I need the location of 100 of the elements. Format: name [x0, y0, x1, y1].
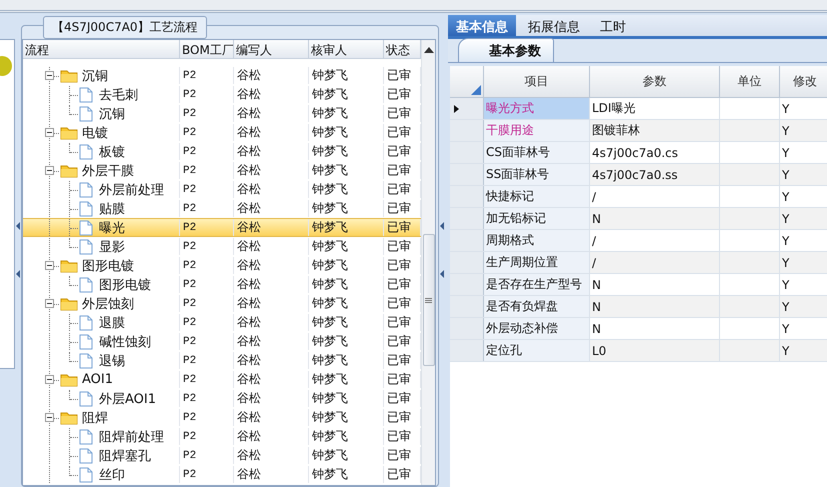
table-cell-text: 已审: [386, 371, 411, 388]
scroll-thumb[interactable]: [422, 234, 434, 366]
table-cell-text: 钟梦飞: [311, 105, 348, 122]
tree-node-label: 外层干膜: [82, 162, 134, 179]
table-cell-text: 已审: [386, 124, 411, 141]
tree-row[interactable]: 外层蚀刻 P2 谷松 钟梦飞 已审: [23, 294, 421, 313]
tree-row[interactable]: 沉铜 P2 谷松 钟梦飞 已审: [23, 104, 421, 123]
table-cell-text: 谷松: [236, 390, 261, 407]
collapse-arrow-icon[interactable]: [440, 222, 444, 230]
table-cell-text: 谷松: [236, 238, 261, 255]
table-cell-text: 谷松: [236, 276, 261, 293]
parameter-row[interactable]: SS面菲林号 4s7j00c7a0.ss Y: [450, 164, 827, 186]
table-cell-text: 已审: [386, 276, 411, 293]
table-cell-text: 钟梦飞: [311, 409, 348, 426]
tab[interactable]: 拓展信息: [520, 15, 588, 36]
document-icon: [79, 391, 93, 407]
folder-icon: [60, 296, 78, 311]
tree-row[interactable]: 板镀 P2 谷松 钟梦飞 已审: [23, 142, 421, 161]
parameter-row[interactable]: 是否存在生产型号 N Y: [450, 274, 827, 296]
tree-node-label: AOI1: [82, 372, 114, 387]
table-cell-text: 已审: [386, 314, 411, 331]
table-cell-text: 谷松: [236, 447, 261, 464]
vertical-scrollbar[interactable]: [421, 40, 435, 485]
table-cell: Y: [780, 164, 827, 185]
table-cell-text: P2: [182, 468, 196, 480]
collapse-toggle[interactable]: [45, 71, 54, 80]
collapse-toggle[interactable]: [45, 299, 54, 308]
tree-row[interactable]: 阻焊前处理 P2 谷松 钟梦飞 已审: [23, 427, 421, 446]
tree-row[interactable]: 电镀 P2 谷松 钟梦飞 已审: [23, 123, 421, 142]
tree-row[interactable]: 曝光 P2 谷松 钟梦飞 已审: [23, 218, 421, 237]
collapse-toggle[interactable]: [45, 375, 54, 384]
group-title: 【4S7J00C7A0】工艺流程: [43, 16, 207, 39]
table-cell-text: P2: [182, 202, 196, 214]
tree-row[interactable]: 贴膜 P2 谷松 钟梦飞 已审: [23, 199, 421, 218]
column-header[interactable]: 编写人: [234, 40, 309, 58]
tree-node-label: 沉铜: [82, 68, 108, 84]
column-header[interactable]: 流程: [23, 40, 180, 58]
table-cell: SS面菲林号: [484, 164, 590, 185]
parameter-row[interactable]: 定位孔 L0 Y: [450, 340, 827, 362]
tree-node-label: 阻焊前处理: [99, 428, 164, 445]
parameter-row[interactable]: 外层动态补偿 N Y: [450, 318, 827, 340]
tree-row[interactable]: 丝印 P2 谷松 钟梦飞 已审: [23, 465, 421, 484]
parameter-row[interactable]: 快捷标记 / Y: [450, 186, 827, 208]
table-cell-text: 钟梦飞: [311, 200, 348, 217]
table-cell-text: 钟梦飞: [311, 466, 348, 483]
tree-row[interactable]: 去毛刺 P2 谷松 钟梦飞 已审: [23, 85, 421, 104]
table-cell-text: 已审: [386, 238, 411, 255]
table-cell-text: P2: [182, 108, 196, 120]
tree-row[interactable]: 阻焊 P2 谷松 钟梦飞 已审: [23, 408, 421, 427]
collapse-arrow-icon[interactable]: [440, 270, 444, 278]
column-header[interactable]: 项目: [484, 66, 590, 97]
table-cell: Y: [780, 186, 827, 207]
table-cell: Y: [780, 252, 827, 273]
tree-row[interactable]: 碱性蚀刻 P2 谷松 钟梦飞 已审: [23, 332, 421, 351]
tree-row[interactable]: 显影 P2 谷松 钟梦飞 已审: [23, 237, 421, 256]
table-cell-text: 钟梦飞: [311, 67, 348, 84]
corner-triangle-icon[interactable]: [471, 85, 481, 95]
table-cell-text: 已审: [386, 162, 411, 179]
collapse-arrow-icon[interactable]: [16, 270, 20, 278]
parameter-row[interactable]: 加无铅标记 N Y: [450, 208, 827, 230]
collapse-arrow-icon[interactable]: [16, 222, 20, 230]
table-cell-text: P2: [182, 374, 196, 386]
column-header[interactable]: 修改: [780, 66, 827, 97]
table-cell: Y: [780, 274, 827, 295]
table-cell-text: P2: [182, 260, 196, 272]
collapse-toggle[interactable]: [45, 413, 54, 422]
parameter-row[interactable]: 周期格式 / Y: [450, 230, 827, 252]
tree-row[interactable]: 图形电镀 P2 谷松 钟梦飞 已审: [23, 256, 421, 275]
sub-tab[interactable]: 基本参数: [458, 38, 554, 62]
column-header[interactable]: BOM工厂: [180, 40, 234, 58]
column-header[interactable]: 参数: [590, 66, 720, 97]
tab[interactable]: 工时: [592, 15, 634, 36]
parameter-row[interactable]: 曝光方式 LDI曝光 Y: [450, 98, 827, 120]
document-icon: [79, 106, 93, 122]
tree-row[interactable]: 沉铜 P2 谷松 钟梦飞 已审: [23, 66, 421, 85]
tree-row[interactable]: 退锡 P2 谷松 钟梦飞 已审: [23, 351, 421, 370]
collapse-toggle[interactable]: [45, 128, 54, 137]
column-header[interactable]: 单位: [720, 66, 780, 97]
tree-row[interactable]: 外层AOI1 P2 谷松 钟梦飞 已审: [23, 389, 421, 408]
tree-row[interactable]: 外层前处理 P2 谷松 钟梦飞 已审: [23, 180, 421, 199]
table-cell-text: 谷松: [236, 409, 261, 426]
tree-node-label: 去毛刺: [99, 86, 138, 103]
tab[interactable]: 基本信息: [448, 15, 516, 36]
column-header[interactable]: 核审人: [309, 40, 384, 58]
parameter-row[interactable]: 生产周期位置 / Y: [450, 252, 827, 274]
document-icon: [79, 467, 93, 483]
parameter-row[interactable]: CS面菲林号 4s7j00c7a0.cs Y: [450, 142, 827, 164]
table-cell: 生产周期位置: [484, 252, 590, 273]
scroll-up-arrow-icon[interactable]: [424, 46, 434, 54]
tree-row[interactable]: AOI1 P2 谷松 钟梦飞 已审: [23, 370, 421, 389]
tree-row[interactable]: 外层干膜 P2 谷松 钟梦飞 已审: [23, 161, 421, 180]
tree-row[interactable]: 图形电镀 P2 谷松 钟梦飞 已审: [23, 275, 421, 294]
table-cell-text: 已审: [386, 200, 411, 217]
tree-row[interactable]: 阻焊塞孔 P2 谷松 钟梦飞 已审: [23, 446, 421, 465]
collapse-toggle[interactable]: [45, 166, 54, 175]
tree-row[interactable]: 退膜 P2 谷松 钟梦飞 已审: [23, 313, 421, 332]
parameter-row[interactable]: 是否有负焊盘 N Y: [450, 296, 827, 318]
parameter-row[interactable]: 干膜用途 图镀菲林 Y: [450, 120, 827, 142]
collapse-toggle[interactable]: [45, 261, 54, 270]
table-cell-text: 已审: [386, 390, 411, 407]
